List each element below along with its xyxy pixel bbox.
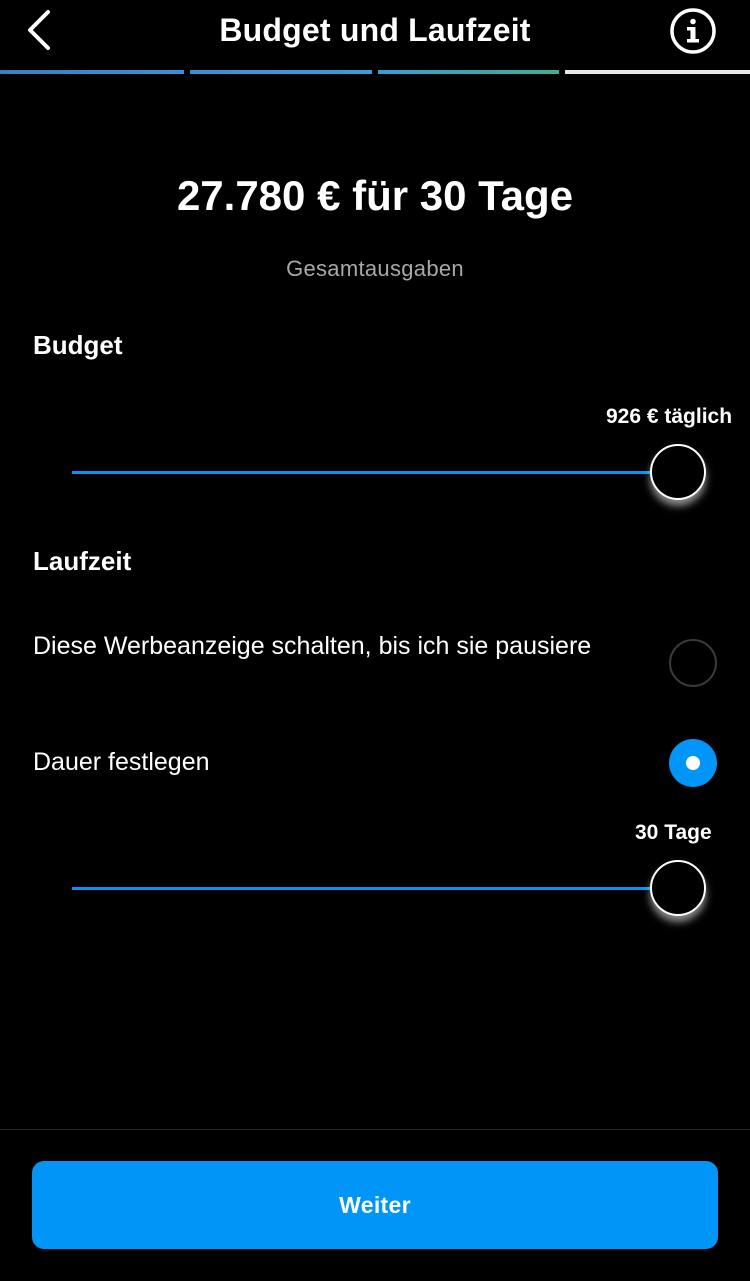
- budget-slider-fill: [72, 471, 678, 474]
- run-until-paused-label: Diese Werbeanzeige schalten, bis ich sie…: [33, 632, 592, 660]
- total-spend-label: Gesamtausgaben: [286, 256, 464, 281]
- duration-slider-fill: [72, 887, 678, 890]
- progress-step-4: [565, 70, 750, 74]
- duration-slider-thumb[interactable]: [650, 860, 706, 916]
- duration-slider-track[interactable]: [72, 887, 678, 890]
- radio-selected-dot: [686, 756, 700, 770]
- next-button[interactable]: Weiter: [32, 1161, 718, 1249]
- budget-value-label: 926 € täglich: [606, 405, 733, 428]
- set-duration-label: Dauer festlegen: [33, 748, 210, 776]
- info-icon: [670, 8, 716, 54]
- page-title: Budget und Laufzeit: [219, 12, 531, 48]
- progress-step-1: [0, 70, 184, 74]
- progress-step-3: [378, 70, 559, 74]
- total-spend-heading: 27.780 € für 30 Tage: [176, 172, 574, 219]
- info-button[interactable]: [669, 7, 717, 55]
- footer-divider: [0, 1129, 750, 1130]
- duration-value-label: 30 Tage: [635, 821, 712, 844]
- budget-slider-thumb[interactable]: [650, 444, 706, 500]
- top-navigation-bar: Budget und Laufzeit: [0, 0, 750, 70]
- budget-slider-track[interactable]: [72, 471, 678, 474]
- set-duration-radio[interactable]: [669, 739, 717, 787]
- step-progress-bar: [0, 70, 750, 75]
- budget-section-title: Budget: [33, 330, 123, 360]
- duration-section-title: Laufzeit: [33, 546, 132, 576]
- progress-step-2: [190, 70, 372, 74]
- run-until-paused-radio[interactable]: [669, 639, 717, 687]
